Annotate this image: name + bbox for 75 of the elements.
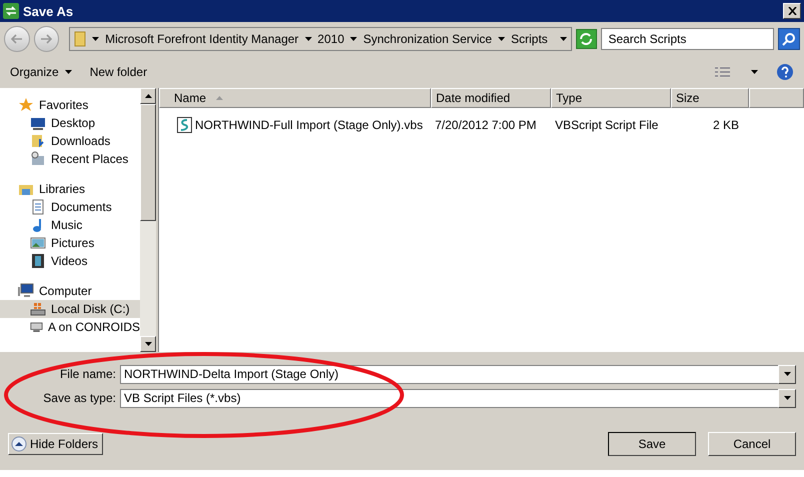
forward-arrow-icon bbox=[40, 34, 52, 44]
script-file-icon bbox=[177, 117, 192, 133]
sidebar-item[interactable]: Documents bbox=[0, 198, 140, 216]
folder-icon bbox=[74, 30, 86, 46]
document-icon bbox=[30, 199, 46, 215]
breadcrumb[interactable]: Scripts bbox=[510, 32, 548, 46]
chevron-icon bbox=[304, 36, 312, 40]
chevron-icon bbox=[350, 36, 358, 40]
field-label: File name: bbox=[58, 367, 117, 381]
caret-icon bbox=[144, 94, 152, 98]
caret-icon bbox=[751, 70, 758, 74]
field-label: Save as type: bbox=[42, 391, 117, 405]
caret-icon bbox=[784, 372, 790, 376]
address-bar[interactable]: Microsoft Forefront Identity Manager 2010 Synchronization Service Scripts bbox=[69, 26, 572, 50]
drive-icon bbox=[30, 301, 46, 317]
desktop-icon bbox=[30, 115, 46, 131]
chevron-icon bbox=[92, 36, 100, 40]
help-icon bbox=[776, 62, 794, 80]
save-button[interactable]: Save bbox=[608, 432, 696, 456]
close-button[interactable] bbox=[783, 3, 801, 19]
refresh-icon bbox=[579, 32, 594, 46]
search-button[interactable] bbox=[778, 28, 800, 50]
dropdown-button[interactable] bbox=[778, 364, 796, 384]
folder-icon bbox=[30, 133, 46, 149]
file-name-cell[interactable]: NORTHWIND-Full Import (Stage Only).vbs bbox=[159, 117, 431, 133]
film-icon bbox=[30, 253, 46, 269]
scrollbar[interactable] bbox=[140, 88, 156, 352]
sidebar-item[interactable]: Music bbox=[0, 216, 140, 234]
organize-button[interactable]: Organize bbox=[4, 62, 78, 80]
table-cell-text: VBScript Script File bbox=[554, 118, 660, 132]
star-icon bbox=[18, 97, 34, 113]
picture-icon bbox=[30, 235, 46, 251]
details-view-icon bbox=[715, 66, 733, 76]
dropdown-icon bbox=[560, 36, 567, 40]
close-icon bbox=[788, 7, 796, 15]
scroll-up-button[interactable] bbox=[140, 88, 156, 104]
sidebar-item[interactable]: Favorites bbox=[0, 96, 140, 114]
new-folder-button[interactable]: New folder bbox=[84, 62, 154, 80]
search-field[interactable]: Search Scripts bbox=[601, 28, 774, 50]
sidebar-item[interactable]: Libraries bbox=[0, 180, 140, 198]
dialog-icon bbox=[3, 3, 19, 19]
caret-icon bbox=[784, 396, 790, 400]
table-cell-text: 2 KB bbox=[712, 118, 740, 132]
column-header[interactable]: Date modified bbox=[431, 88, 551, 108]
sort-arrow-icon bbox=[216, 96, 224, 100]
file-type-field[interactable]: VB Script Files (*.vbs) bbox=[120, 388, 778, 408]
file-name-field[interactable]: NORTHWIND-Delta Import (Stage Only) bbox=[120, 364, 778, 384]
table-cell-text: 7/20/2012 7:00 PM bbox=[434, 118, 538, 132]
column-header[interactable]: Name bbox=[159, 88, 431, 108]
hide-folders-button[interactable]: Hide Folders bbox=[8, 433, 104, 455]
dropdown-button[interactable] bbox=[778, 388, 796, 408]
sidebar-item[interactable]: Recent Places bbox=[0, 150, 140, 168]
breadcrumb[interactable]: Synchronization Service bbox=[363, 32, 492, 46]
sidebar-item[interactable]: Pictures bbox=[0, 234, 140, 252]
sidebar-item[interactable]: Local Disk (C:) bbox=[0, 300, 140, 318]
collapse-icon bbox=[11, 436, 27, 452]
breadcrumb[interactable]: 2010 bbox=[318, 32, 344, 46]
back-arrow-icon bbox=[10, 34, 23, 44]
search-icon bbox=[782, 32, 796, 46]
scroll-down-button[interactable] bbox=[140, 336, 156, 352]
caret-icon bbox=[64, 70, 72, 74]
cancel-button[interactable]: Cancel bbox=[708, 432, 796, 456]
column-header[interactable]: Size bbox=[671, 88, 749, 108]
refresh-button[interactable] bbox=[576, 28, 598, 48]
caret-icon bbox=[144, 342, 152, 346]
chevron-icon bbox=[498, 36, 505, 40]
sidebar-item[interactable]: Desktop bbox=[0, 114, 140, 132]
breadcrumb[interactable]: Microsoft Forefront Identity Manager bbox=[105, 32, 299, 46]
window-title: Save As bbox=[23, 4, 74, 18]
column-header[interactable]: Type bbox=[551, 88, 671, 108]
sidebar-item[interactable]: A on CONROIDS bbox=[0, 318, 140, 336]
sidebar-item[interactable]: Computer bbox=[0, 282, 140, 300]
scroll-thumb[interactable] bbox=[140, 104, 156, 221]
sidebar-item[interactable]: Videos bbox=[0, 252, 140, 270]
sidebar-item[interactable]: Downloads bbox=[0, 132, 140, 150]
